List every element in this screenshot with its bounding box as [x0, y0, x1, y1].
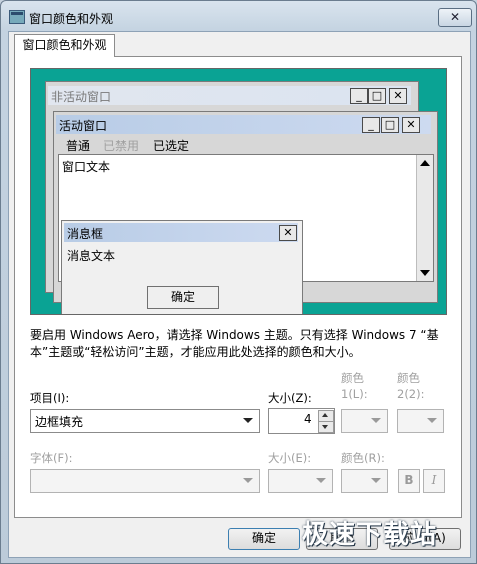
chevron-down-icon [243, 418, 253, 423]
inactive-close-icon: ✕ [389, 88, 407, 104]
font-color-label: 颜色(R): [341, 451, 385, 465]
menu-selected: 已选定 [153, 139, 190, 153]
chevron-down-icon [316, 478, 326, 483]
menu-normal: 普通 [66, 139, 91, 153]
inactive-maximize-icon: □ [368, 88, 386, 104]
down-arrow-icon [322, 425, 328, 429]
message-close-icon: ✕ [279, 225, 297, 241]
scroll-up-icon [420, 160, 430, 166]
window-title: 窗口颜色和外观 [29, 12, 114, 26]
aero-note: 要启用 Windows Aero，请选择 Windows 主题。只有选择 Win… [30, 328, 439, 359]
preview-scrollbar [416, 155, 433, 281]
appearance-preview: 非活动窗口 _ □ ✕ 活动窗口 _ □ ✕ 普通 已禁用 已选定 窗口文本 消… [30, 68, 447, 315]
item-select-value: 边框填充 [35, 415, 84, 429]
watermark-logo: 极速下载站 [302, 520, 438, 550]
font-label: 字体(F): [30, 451, 73, 465]
inactive-title-bar: 非活动窗口 _ □ ✕ [48, 86, 411, 105]
menu-disabled: 已禁用 [103, 139, 140, 153]
tab-window-color[interactable]: 窗口颜色和外观 [14, 34, 115, 57]
font-color-picker[interactable] [341, 469, 388, 493]
chevron-down-icon [427, 418, 437, 423]
active-maximize-icon: □ [381, 117, 399, 133]
inactive-minimize-icon: _ [350, 88, 368, 104]
font-size-label: 大小(E): [268, 451, 312, 465]
item-select[interactable]: 边框填充 [30, 409, 260, 433]
spin-down-button[interactable] [318, 421, 334, 433]
title-bar[interactable]: 窗口颜色和外观 ✕ [1, 1, 476, 29]
preview-ok-button: 确定 [147, 286, 219, 309]
color2-picker[interactable] [397, 409, 444, 433]
message-text: 消息文本 [67, 249, 116, 263]
active-close-icon: ✕ [402, 117, 420, 133]
preview-menu-bar: 普通 已禁用 已选定 [56, 135, 431, 153]
inactive-window-caption: 非活动窗口 [51, 90, 112, 104]
color2-label-b: 2(2): [397, 387, 425, 401]
chevron-down-icon [371, 478, 381, 483]
chevron-down-icon [371, 418, 381, 423]
message-box-preview: 消息框 ✕ 消息文本 确定 [61, 220, 303, 314]
font-size-select[interactable] [268, 469, 333, 493]
color1-label-b: 1(L): [341, 387, 368, 401]
size-value: 4 [304, 412, 312, 426]
ok-button[interactable]: 确定 [228, 528, 300, 550]
italic-button[interactable]: I [423, 469, 445, 493]
bold-button[interactable]: B [398, 469, 420, 493]
message-box-title-bar: 消息框 ✕ [64, 223, 298, 242]
font-select[interactable] [30, 469, 260, 493]
window-text: 窗口文本 [62, 160, 111, 174]
app-icon [9, 10, 25, 24]
size-stepper[interactable]: 4 [268, 408, 335, 434]
item-label: 项目(I): [30, 391, 70, 405]
chevron-down-icon [243, 478, 253, 483]
active-minimize-icon: _ [362, 117, 380, 133]
scroll-down-icon [420, 270, 430, 276]
color1-picker[interactable] [341, 409, 388, 433]
active-title-bar: 活动窗口 _ □ ✕ [56, 115, 431, 134]
color1-label-a: 颜色 [341, 371, 364, 385]
active-window-caption: 活动窗口 [59, 119, 108, 133]
close-button[interactable]: ✕ [438, 8, 472, 27]
color2-label-a: 颜色 [397, 371, 420, 385]
size-label: 大小(Z): [268, 391, 312, 405]
up-arrow-icon [322, 413, 328, 417]
message-box-caption: 消息框 [67, 227, 104, 241]
